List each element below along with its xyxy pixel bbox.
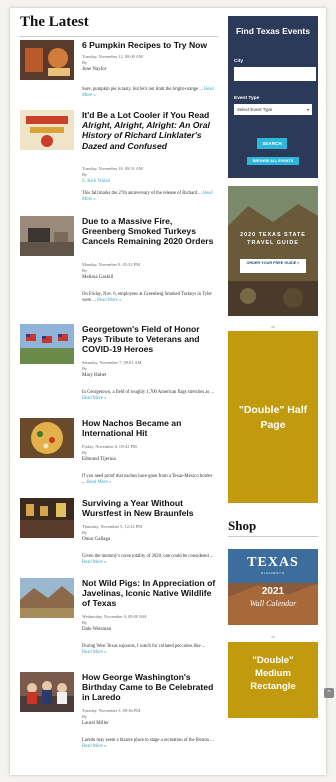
- article-title[interactable]: 6 Pumpkin Recipes to Try Now: [82, 40, 216, 50]
- read-more-link[interactable]: Read More »: [82, 396, 106, 401]
- ad-label: AD: [270, 635, 276, 639]
- search-button[interactable]: SEARCH: [257, 138, 287, 149]
- chevron-down-icon: ▾: [306, 107, 309, 112]
- article-author: Dale Weisman: [82, 627, 112, 632]
- read-more-link[interactable]: Read More »: [87, 480, 111, 485]
- article-excerpt: On Friday, Nov. 6, employees at Greenber…: [82, 292, 212, 304]
- calendar-brand: TEXAS: [247, 555, 299, 570]
- article-thumbnail[interactable]: [20, 40, 74, 80]
- read-more-link[interactable]: Read More »: [82, 650, 106, 655]
- article-by: By: [82, 366, 88, 371]
- article-by: By: [82, 620, 88, 625]
- article-thumbnail[interactable]: [20, 672, 74, 712]
- shop-title: Shop: [228, 518, 318, 537]
- wall-calendar-product[interactable]: TEXAS HIGHWAYS 2021 Wall Calendar: [228, 549, 318, 625]
- read-more-link[interactable]: Read More »: [82, 560, 106, 565]
- article-excerpt: If you need proof that nachos have gone …: [82, 474, 213, 486]
- article-author: Mary Huber: [82, 373, 107, 378]
- article-date: Tuesday, November 12, 08:00 AM: [82, 54, 143, 59]
- article-title[interactable]: How Nachos Became an International Hit: [82, 418, 216, 438]
- article-by: By: [82, 450, 88, 455]
- scroll-to-top-icon[interactable]: ⌃: [324, 688, 334, 698]
- calendar-year: 2021: [261, 586, 285, 597]
- article-excerpt: In Georgetown, a field of roughly 1,700 …: [82, 390, 214, 402]
- half-page-ad[interactable]: "Double" Half Page: [228, 331, 318, 503]
- article-title[interactable]: How George Washington's Birthday Came to…: [82, 672, 216, 703]
- article-date: Tuesday, November 10, 09:51 AM: [82, 166, 143, 171]
- calendar-sub: HIGHWAYS: [260, 571, 285, 575]
- article-thumbnail[interactable]: [20, 324, 74, 364]
- article-by: By: [82, 172, 88, 177]
- article-thumbnail[interactable]: [20, 110, 74, 150]
- ad-label: AD: [270, 325, 276, 329]
- article-author: Edmund Tijerina: [82, 457, 116, 462]
- article-by: By: [82, 714, 88, 719]
- browse-all-events-button[interactable]: BROWSE ALL EVENTS: [247, 157, 299, 165]
- calendar-name: Wall Calendar: [249, 599, 297, 608]
- section-title: The Latest: [20, 14, 218, 37]
- medium-rectangle-ad[interactable]: "Double" Medium Rectangle: [228, 642, 318, 718]
- travel-guide-title: 2020 TEXAS STATE TRAVEL GUIDE: [240, 232, 306, 246]
- city-label: City: [234, 59, 244, 64]
- read-more-link[interactable]: Read More »: [97, 298, 121, 303]
- article-date: Monday, November 9, 05:32 PM: [82, 262, 141, 267]
- article-date: Saturday, November 7, 09:01 AM: [82, 360, 142, 365]
- travel-guide-image: [228, 186, 318, 316]
- article-excerpt: This fall marks the 27th anniversary of …: [82, 191, 213, 203]
- travel-guide-promo[interactable]: 2020 TEXAS STATE TRAVEL GUIDE ORDER YOUR…: [228, 186, 318, 316]
- article-thumbnail[interactable]: [20, 216, 74, 256]
- article-thumbnail[interactable]: [20, 418, 74, 458]
- article-title[interactable]: Georgetown's Field of Honor Pays Tribute…: [82, 324, 216, 355]
- event-type-label: Event Type: [234, 96, 260, 101]
- article-title[interactable]: It'd Be a Lot Cooler if You Read Alright…: [82, 110, 216, 151]
- event-type-select[interactable]: Select Event Type ▾: [234, 104, 312, 115]
- latest-column: The Latest 6 Pumpkin Recipes to Try Now …: [20, 8, 218, 749]
- article-thumbnail[interactable]: [20, 498, 74, 538]
- article-thumbnail[interactable]: [20, 578, 74, 618]
- article-date: Friday, November 6, 09:42 PM: [82, 444, 137, 449]
- read-more-link[interactable]: Read More »: [82, 744, 106, 749]
- city-input[interactable]: [234, 67, 316, 81]
- article-author: Laurel Miller: [82, 721, 109, 726]
- article-excerpt: During West Texas sojourns, I watch for …: [82, 644, 206, 656]
- article-title[interactable]: Not Wild Pigs: In Appreciation of Javeli…: [82, 578, 216, 609]
- article-by: By: [82, 268, 88, 273]
- find-events-title: Find Texas Events: [235, 26, 310, 36]
- article-date: Thursday, November 5, 12:32 PM: [82, 524, 142, 529]
- event-type-selected: Select Event Type: [237, 107, 273, 112]
- article-author: June Naylor: [82, 67, 107, 72]
- article-author[interactable]: S. Kirk Walsh: [82, 179, 110, 184]
- article-excerpt: Laredo may seem a bizarre place to stage…: [82, 738, 214, 750]
- article-title[interactable]: Due to a Massive Fire, Greenberg Smoked …: [82, 216, 216, 247]
- article-by: By: [82, 530, 88, 535]
- article-by: By: [82, 60, 88, 65]
- article-author: Omar Gallaga: [82, 537, 111, 542]
- find-events-widget: Find Texas Events City Event Type Select…: [228, 16, 318, 178]
- article-date: Tuesday, November 3, 09:36 PM: [82, 708, 141, 713]
- order-guide-button[interactable]: ORDER YOUR FREE GUIDE »: [240, 259, 306, 273]
- article-author: Melissa Gaskill: [82, 275, 114, 280]
- article-title[interactable]: Surviving a Year Without Wurstfest in Ne…: [82, 498, 216, 518]
- page: The Latest 6 Pumpkin Recipes to Try Now …: [10, 8, 326, 775]
- article-excerpt: Sure, pumpkin pie is tasty. but let's no…: [82, 87, 214, 99]
- article-excerpt: Given the mummy's curse totality of 2020…: [82, 554, 214, 566]
- article-date: Wednesday, November 4, 08:00 AM: [82, 614, 146, 619]
